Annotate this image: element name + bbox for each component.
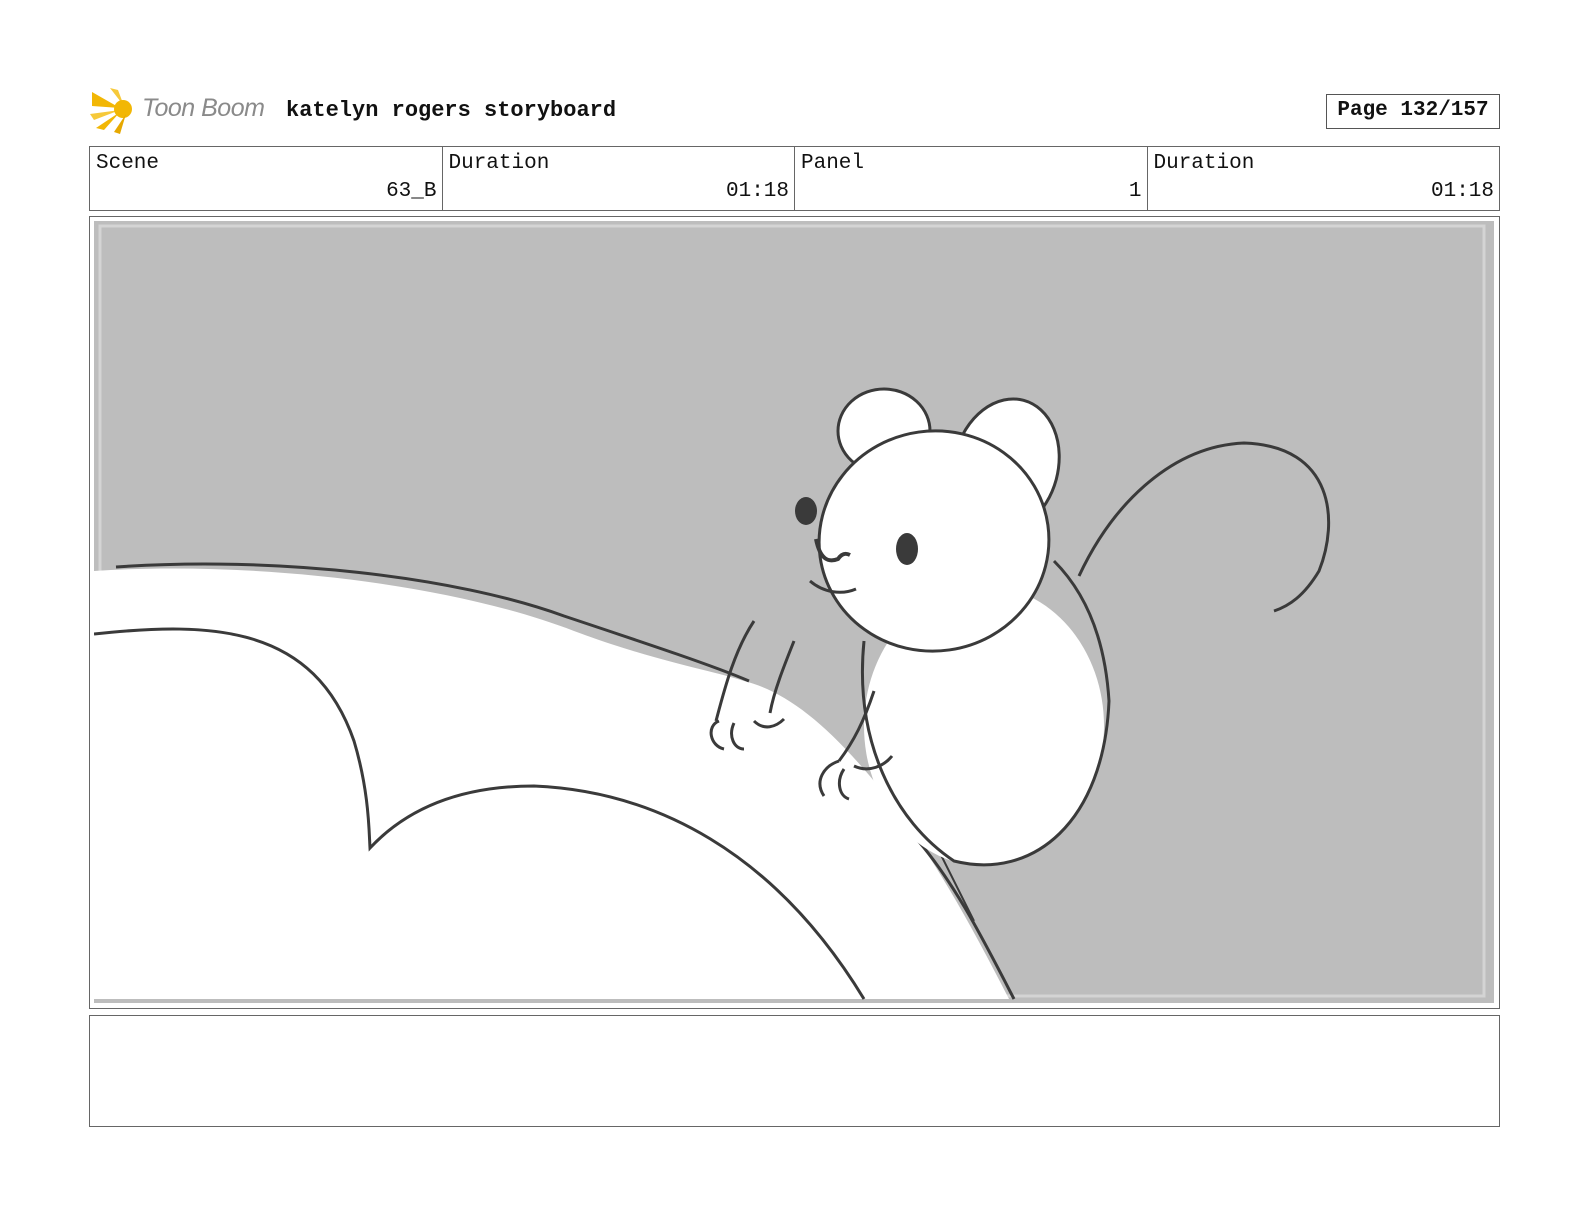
logo-text: Toon Boom — [142, 94, 265, 122]
scene-value: 63_B — [386, 180, 437, 203]
scene-info-row: Scene 63_B Duration 01:18 Panel 1 Durati… — [89, 146, 1500, 211]
toon-boom-logo: Toon Boom — [90, 84, 275, 136]
panel-duration-cell: Duration 01:18 — [1148, 147, 1500, 210]
scene-duration-value: 01:18 — [725, 180, 789, 203]
page-indicator: Page 132/157 — [1326, 94, 1500, 129]
scene-duration-label: Duration — [448, 152, 550, 175]
panel-duration-label: Duration — [1153, 152, 1255, 175]
scene-label: Scene — [96, 152, 160, 175]
panel-label: Panel — [801, 152, 865, 175]
panel-duration-value: 01:18 — [1430, 180, 1494, 203]
starburst-icon — [90, 88, 132, 134]
scene-cell: Scene 63_B — [90, 147, 443, 210]
scene-duration-cell: Duration 01:18 — [443, 147, 795, 210]
panel-notes — [89, 1015, 1500, 1127]
storyboard-panel — [89, 216, 1500, 1009]
page-header: Toon Boom katelyn rogers storyboard Page… — [90, 84, 1500, 136]
panel-value: 1 — [1128, 180, 1142, 203]
project-title: katelyn rogers storyboard — [286, 98, 617, 123]
panel-sketch-image — [94, 221, 1494, 1003]
panel-cell: Panel 1 — [795, 147, 1148, 210]
